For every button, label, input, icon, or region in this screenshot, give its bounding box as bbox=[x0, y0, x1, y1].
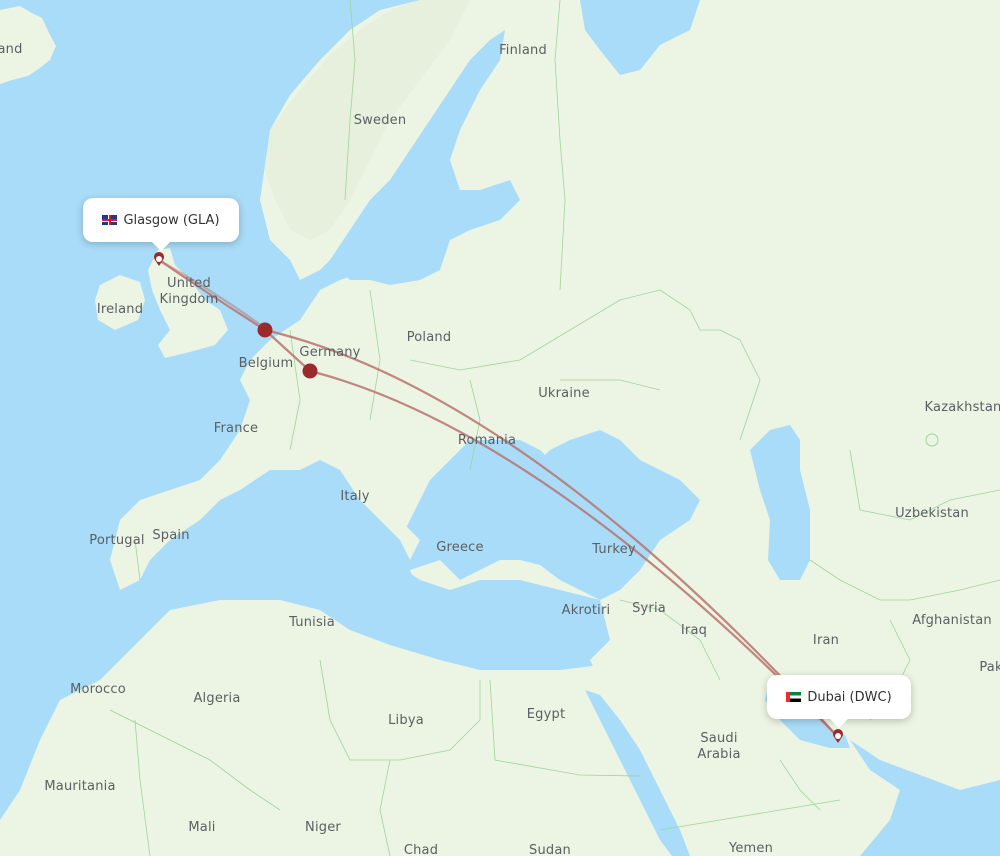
stopover-marker-amsterdam bbox=[257, 322, 273, 338]
country-label-tunisia: Tunisia bbox=[289, 615, 335, 630]
uk-flag-icon bbox=[102, 215, 118, 225]
country-label-france: France bbox=[213, 421, 259, 436]
country-label-romania: Romania bbox=[457, 433, 517, 448]
country-label-iraq: Iraq bbox=[680, 623, 708, 638]
country-label-spain: Spain bbox=[152, 528, 190, 543]
country-label-pakistan: Pak bbox=[979, 660, 1000, 675]
country-label-ukraine: Ukraine bbox=[538, 386, 590, 401]
country-label-belgium: Belgium bbox=[238, 356, 294, 371]
country-label-germany: Germany bbox=[299, 345, 361, 360]
uae-flag-icon bbox=[786, 692, 802, 702]
country-label-united-kingdom: United Kingdom bbox=[159, 276, 219, 307]
country-label-morocco: Morocco bbox=[70, 682, 126, 697]
route-map[interactable]: and Finland Sweden United Kingdom Irelan… bbox=[0, 0, 1000, 856]
country-label-iceland: and bbox=[0, 42, 23, 57]
country-label-saudi-arabia: Saudi Arabia bbox=[697, 731, 741, 762]
country-label-iran: Iran bbox=[812, 633, 840, 648]
stopover-marker-frankfurt bbox=[302, 363, 318, 379]
origin-airport-label: Glasgow (GLA) bbox=[123, 212, 220, 228]
country-label-chad: Chad bbox=[403, 843, 439, 856]
origin-airport-popup[interactable]: Glasgow (GLA) bbox=[83, 198, 239, 251]
country-label-mauritania: Mauritania bbox=[44, 779, 116, 794]
country-label-libya: Libya bbox=[388, 713, 424, 728]
destination-airport-popup[interactable]: Dubai (DWC) bbox=[767, 675, 911, 728]
country-label-mali: Mali bbox=[188, 820, 216, 835]
country-label-akrotiri: Akrotiri bbox=[561, 603, 611, 618]
country-label-kazakhstan: Kazakhstan bbox=[924, 400, 1000, 415]
country-label-italy: Italy bbox=[340, 489, 370, 504]
route-layer bbox=[154, 252, 843, 743]
country-label-turkey: Turkey bbox=[592, 542, 636, 557]
destination-pin-icon bbox=[833, 729, 843, 743]
country-label-ireland: Ireland bbox=[96, 302, 144, 317]
route-line-fra-dwc bbox=[309, 369, 839, 738]
country-label-sweden: Sweden bbox=[353, 113, 407, 128]
country-label-yemen: Yemen bbox=[728, 841, 774, 856]
country-label-afghanistan: Afghanistan bbox=[912, 613, 992, 628]
country-label-poland: Poland bbox=[406, 330, 452, 345]
country-label-sudan: Sudan bbox=[529, 843, 571, 856]
origin-pin-icon bbox=[154, 252, 165, 266]
destination-airport-label: Dubai (DWC) bbox=[807, 689, 892, 705]
country-label-niger: Niger bbox=[305, 820, 341, 835]
country-label-finland: Finland bbox=[499, 43, 547, 58]
country-label-syria: Syria bbox=[632, 601, 666, 616]
country-label-greece: Greece bbox=[436, 540, 484, 555]
country-label-uzbekistan: Uzbekistan bbox=[895, 506, 969, 521]
country-label-egypt: Egypt bbox=[526, 707, 566, 722]
country-label-portugal: Portugal bbox=[89, 533, 145, 548]
country-label-algeria: Algeria bbox=[193, 691, 241, 706]
